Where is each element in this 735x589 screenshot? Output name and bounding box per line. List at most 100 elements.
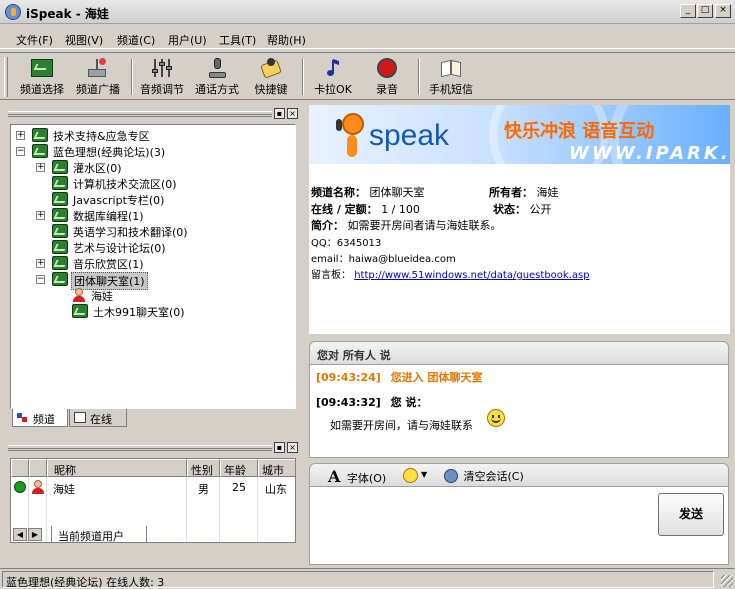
pane-grip[interactable]	[8, 111, 272, 117]
channel-icon	[32, 144, 48, 158]
document-icon	[74, 412, 86, 423]
pane-close-button[interactable]: ×	[287, 442, 298, 453]
channel-name: 团体聊天室	[369, 186, 425, 199]
message-speaker: 您 说：	[390, 396, 428, 409]
call-mode-icon	[205, 57, 229, 79]
pane-grip[interactable]	[8, 445, 272, 451]
user-city: 山东	[265, 483, 287, 496]
column-header-age[interactable]: 年龄	[220, 459, 258, 477]
email-info: email：haiwa@blueidea.com	[311, 254, 456, 265]
tab-channel[interactable]: 频道	[12, 409, 68, 427]
owner-value: 海娃	[536, 186, 559, 199]
record-icon	[375, 57, 399, 79]
channel-select-icon	[30, 57, 54, 79]
expand-toggle[interactable]: −	[36, 275, 45, 284]
ispeak-logo-icon	[334, 111, 370, 159]
table-row[interactable]: 海娃 男 25 山东	[11, 478, 295, 496]
expand-toggle[interactable]: +	[16, 131, 25, 140]
title-bar: iSpeak - 海娃 _ □ ×	[0, 0, 735, 24]
karaoke-button[interactable]: 卡拉OK	[308, 55, 358, 99]
column-header-nick[interactable]: 昵称	[47, 459, 187, 477]
menu-help[interactable]: 帮助(H)	[267, 32, 306, 48]
hotkey-icon	[259, 57, 283, 79]
online-status-icon	[14, 481, 26, 493]
menu-user[interactable]: 用户(U)	[168, 32, 207, 48]
tab-current-channel-users[interactable]: 当前频道用户	[51, 526, 147, 542]
maximize-button[interactable]: □	[697, 4, 713, 18]
column-header-city[interactable]: 城市	[258, 459, 295, 477]
column-header-gender[interactable]: 性别	[187, 459, 220, 477]
column-header-status[interactable]	[11, 459, 29, 477]
horizontal-splitter[interactable]	[309, 334, 730, 339]
chat-log[interactable]: [09:43:24] 您进入 团体聊天室 [09:43:32] 您 说： 如需要…	[309, 365, 729, 458]
status-value: 公开	[529, 203, 552, 216]
audio-mixer-button[interactable]: 音频调节	[134, 55, 190, 99]
channel-tree[interactable]: + 技术支持&应急专区 − 蓝色理想(经典论坛)(3) + 灌水区(0) 计算机…	[10, 124, 296, 409]
expand-toggle[interactable]: +	[36, 163, 45, 172]
channel-icon	[52, 160, 68, 174]
system-message-text: 您进入 团体聊天室	[390, 371, 483, 384]
smiley-emoticon-icon	[487, 409, 505, 427]
banner-url: WWW.IPARK.	[569, 143, 730, 164]
channel-select-button[interactable]: 频道选择	[14, 55, 70, 99]
user-gender: 男	[198, 483, 209, 496]
channel-name-label: 频道名称：	[311, 186, 366, 199]
font-button[interactable]: A 字体(O)	[328, 467, 386, 486]
guestbook-link[interactable]: http://www.51windows.net/data/guestbook.…	[354, 270, 589, 281]
guestbook-label: 留言板：	[311, 270, 351, 281]
resize-grip[interactable]	[721, 575, 733, 587]
pane-restore-button[interactable]: ▪	[274, 108, 285, 119]
toolbar-grip[interactable]	[4, 57, 8, 97]
table-scroll-right[interactable]: ▶	[28, 528, 42, 541]
clear-icon	[444, 469, 458, 483]
user-list[interactable]: 昵称 性别 年龄 城市 海娃 男 25 山东 ◀ ▶ 当前频道用户	[10, 458, 296, 543]
sms-icon	[439, 57, 463, 79]
channel-icon	[32, 128, 48, 142]
sms-button[interactable]: 手机短信	[422, 55, 480, 99]
channel-icon	[72, 304, 88, 318]
pane-close-button[interactable]: ×	[287, 108, 298, 119]
channel-info-panel: 频道名称： 团体聊天室 所有者： 海娃 在线 / 定额： 1 / 100 状态：…	[309, 164, 730, 334]
toolbar: 频道选择 频道广播 音频调节 通话方式 快捷键 卡拉OK 录音 手机短信	[0, 52, 735, 100]
expand-toggle[interactable]: +	[36, 259, 45, 268]
font-icon: A	[328, 467, 341, 486]
menu-file[interactable]: 文件(F)	[16, 32, 53, 48]
tab-online[interactable]: 在线	[69, 409, 127, 427]
owner-label: 所有者：	[489, 186, 533, 199]
channel-banner: speak 快乐冲浪 语音互动 WWW.IPARK.	[309, 105, 730, 164]
channel-icon	[52, 256, 68, 270]
chevron-down-icon: ▼	[421, 470, 428, 479]
send-button[interactable]: 发送	[658, 493, 724, 536]
menu-tools[interactable]: 工具(T)	[219, 32, 256, 48]
expand-toggle[interactable]: +	[36, 211, 45, 220]
input-toolbar: A 字体(O) ▼ 清空会话(C)	[309, 463, 729, 487]
broadcast-button[interactable]: 频道广播	[70, 55, 126, 99]
menu-channel[interactable]: 频道(C)	[117, 32, 155, 48]
close-button[interactable]: ×	[715, 4, 731, 18]
message-time: [09:43:32]	[316, 396, 381, 409]
online-quota-label: 在线 / 定额：	[311, 203, 378, 216]
toolbar-separator	[418, 59, 420, 95]
channel-icon	[52, 224, 68, 238]
status-label: 状态：	[493, 203, 526, 216]
minimize-button[interactable]: _	[680, 4, 696, 18]
hotkey-button[interactable]: 快捷键	[246, 55, 296, 99]
table-scroll-left[interactable]: ◀	[13, 528, 27, 541]
pane-restore-button[interactable]: ▪	[274, 442, 285, 453]
menu-view[interactable]: 视图(V)	[65, 32, 103, 48]
user-avatar-icon	[72, 288, 86, 302]
intro-label: 简介：	[311, 219, 344, 232]
expand-toggle[interactable]: −	[16, 147, 25, 156]
message-text: 如需要开房间，请与海娃联系	[330, 419, 473, 432]
toolbar-separator	[302, 59, 304, 95]
channel-pane-header: ▪ ×	[8, 108, 298, 120]
online-quota-value: 1 / 100	[381, 203, 420, 216]
user-pane-header: ▪ ×	[8, 442, 298, 454]
record-button[interactable]: 录音	[362, 55, 412, 99]
broadcast-icon	[86, 57, 110, 79]
intro-text: 如需要开房间者请与海娃联系。	[347, 219, 502, 232]
call-mode-button[interactable]: 通话方式	[190, 55, 244, 99]
emoticon-dropdown[interactable]: ▼	[403, 468, 431, 484]
clear-chat-button[interactable]: 清空会话(C)	[444, 468, 524, 484]
column-header-icon[interactable]	[29, 459, 47, 477]
